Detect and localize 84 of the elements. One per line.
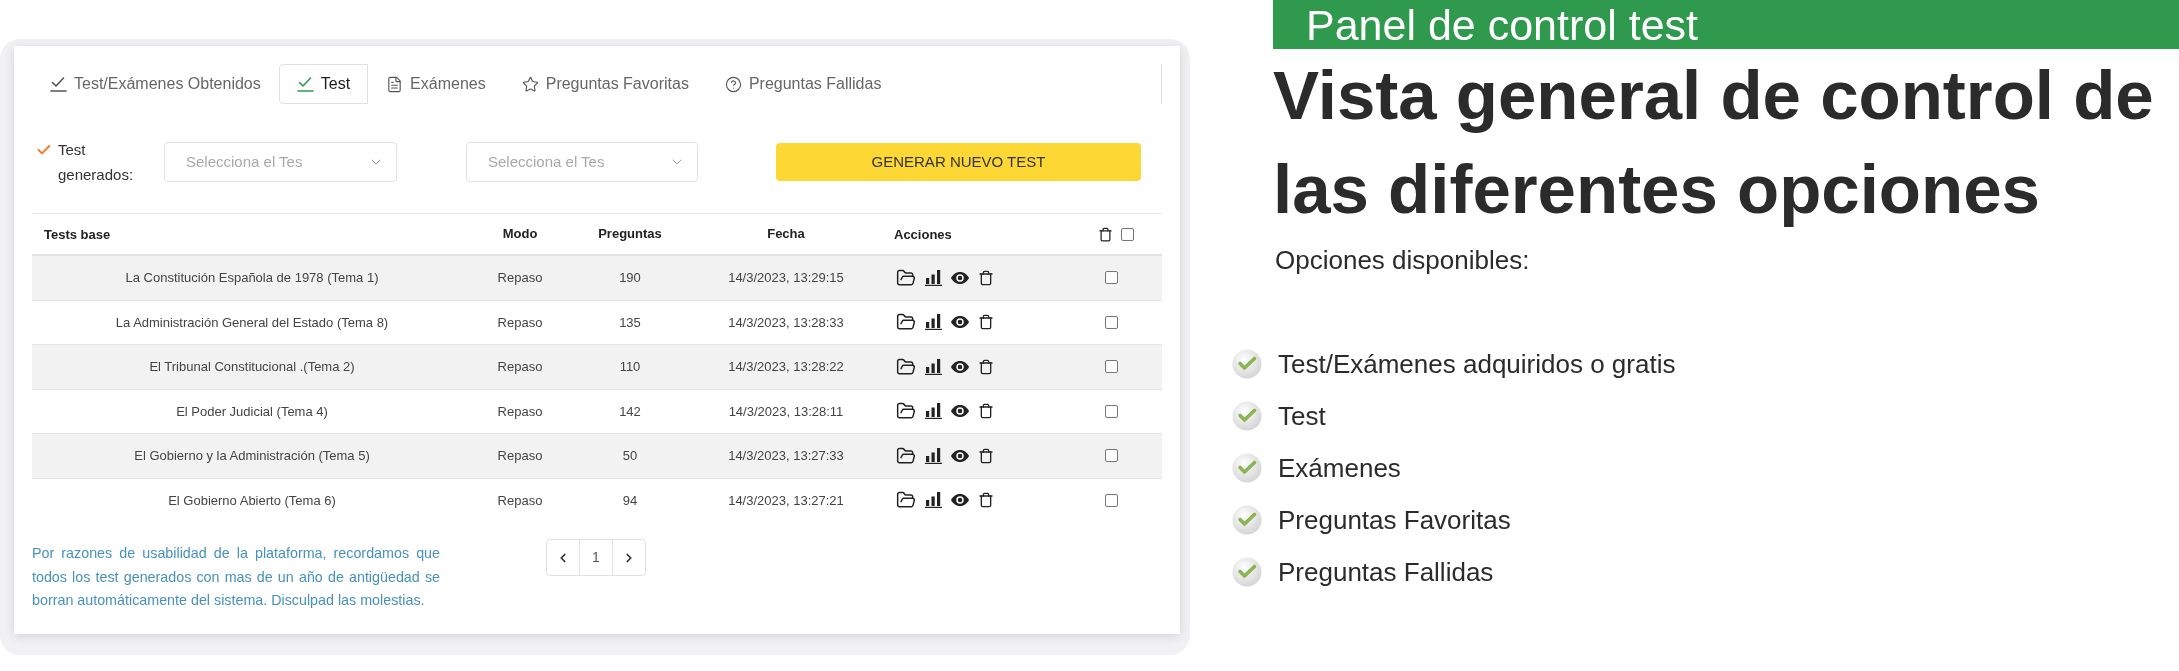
tab[interactable]: Test	[278, 64, 369, 104]
eye-icon[interactable]	[951, 360, 969, 373]
table-cell-text: 135	[619, 313, 641, 332]
column-header: Fecha	[767, 225, 805, 244]
table-cell-text: Repaso	[497, 447, 543, 465]
subheading: Opciones disponibles:	[1275, 245, 1531, 275]
table-cell-text: 14/3/2023, 13:27:33	[728, 447, 844, 465]
table-cell-text: El Gobierno Abierto (Tema 6)	[168, 491, 336, 510]
generate-test-button[interactable]: GENERAR NUEVO TEST	[776, 143, 1141, 181]
checkbox[interactable]	[1121, 227, 1134, 241]
checkbox[interactable]	[1104, 404, 1118, 418]
folder-icon[interactable]	[896, 267, 916, 288]
table-cell-text: El Gobierno y la Administración (Tema 5)	[134, 447, 370, 465]
trash-icon[interactable]	[978, 314, 994, 331]
feature-item: Test/Exámenes adquiridos o gratis	[1278, 347, 1676, 381]
table-cell-text: 14/3/2023, 13:27:21	[728, 491, 844, 510]
checkbox[interactable]	[1104, 493, 1118, 507]
check-icon	[1232, 401, 1262, 431]
document-icon	[386, 75, 404, 93]
table-cell-text: 14/3/2023, 13:28:11	[728, 402, 844, 421]
folder-icon[interactable]	[896, 356, 916, 377]
checkbox[interactable]	[1104, 271, 1118, 285]
bar-chart-icon[interactable]	[925, 358, 942, 375]
table-cell-text: 94	[622, 491, 638, 510]
check-icon	[296, 76, 314, 92]
check-icon	[1232, 453, 1262, 483]
table-cell-text: Repaso	[497, 358, 543, 376]
check-icon	[1232, 557, 1262, 587]
check-icon	[1232, 349, 1262, 379]
trash-icon[interactable]	[978, 403, 994, 420]
bar-chart-icon[interactable]	[925, 447, 942, 464]
table-cell-text: Repaso	[497, 313, 543, 332]
table-cell-text: Repaso	[497, 269, 543, 287]
tab[interactable]: Preguntas Fallidas	[706, 64, 900, 104]
table-cell-text: La Administración General del Estado (Tema 8)	[115, 313, 389, 332]
feature-item: Preguntas Favoritas	[1278, 503, 1511, 537]
table-cell-text: Repaso	[497, 491, 543, 510]
trash-icon[interactable]	[978, 269, 994, 286]
column-header: Modo	[502, 225, 538, 244]
tab[interactable]: Preguntas Favoritas	[503, 64, 707, 104]
eye-icon[interactable]	[951, 316, 969, 329]
column-header: Tests base	[44, 227, 111, 242]
trash-icon[interactable]	[978, 492, 994, 509]
trash-icon[interactable]	[978, 358, 994, 375]
table-cell-text: El Tribunal Constitucional .(Tema 2)	[149, 358, 355, 376]
folder-icon[interactable]	[896, 445, 916, 466]
column-header: Preguntas	[598, 225, 662, 244]
table-cell-text: 14/3/2023, 13:28:22	[728, 358, 844, 376]
table-cell-text: 14/3/2023, 13:28:33	[728, 313, 844, 332]
eye-icon[interactable]	[951, 271, 969, 284]
checkbox[interactable]	[1104, 360, 1118, 374]
table-cell-text: La Constitución Española de 1978 (Tema 1)	[125, 269, 379, 287]
table-cell-text: 14/3/2023, 13:29:15	[728, 269, 844, 287]
eye-icon[interactable]	[951, 449, 969, 462]
table-cell-text: Repaso	[497, 402, 543, 421]
table-cell-text: 142	[619, 402, 641, 421]
tab[interactable]: Exámenes	[368, 64, 504, 104]
notice-text: Por razones de usabilidad de la plataforma, recordamos que todos los test generados con mas de un año de antigüedad se borran automáticamente del sistema. Disculpad las molestias.	[32, 544, 440, 610]
table-cell-text: 110	[619, 358, 641, 376]
feature-item: Exámenes	[1278, 451, 1401, 485]
table-cell-text: El Poder Judicial (Tema 4)	[176, 402, 328, 421]
heading: Vista general de control de las diferentes opciones	[1273, 56, 2155, 230]
check-icon	[1232, 505, 1262, 535]
eye-icon[interactable]	[951, 494, 969, 507]
table-cell-text: 190	[619, 269, 641, 287]
feature-item: Test	[1278, 399, 1326, 433]
tab[interactable]: Test/Exámenes Obtenidos	[32, 64, 279, 104]
table-cell-text: 50	[622, 447, 638, 465]
check-icon	[50, 76, 67, 92]
trash-icon[interactable]	[1098, 226, 1113, 242]
star-icon	[521, 75, 539, 93]
help-icon	[724, 75, 742, 93]
bar-chart-icon[interactable]	[925, 269, 942, 286]
banner-title: Panel de control test	[1306, 2, 1699, 49]
trash-icon[interactable]	[978, 447, 994, 464]
checkbox[interactable]	[1104, 449, 1118, 463]
checkbox[interactable]	[1104, 315, 1118, 329]
eye-icon[interactable]	[951, 405, 969, 418]
column-header: Acciones	[894, 227, 952, 242]
feature-item: Preguntas Fallidas	[1278, 555, 1494, 589]
bar-chart-icon[interactable]	[925, 492, 942, 509]
bar-chart-icon[interactable]	[925, 403, 942, 420]
filter-label: Test generados:	[58, 140, 135, 185]
bar-chart-icon[interactable]	[925, 314, 942, 331]
